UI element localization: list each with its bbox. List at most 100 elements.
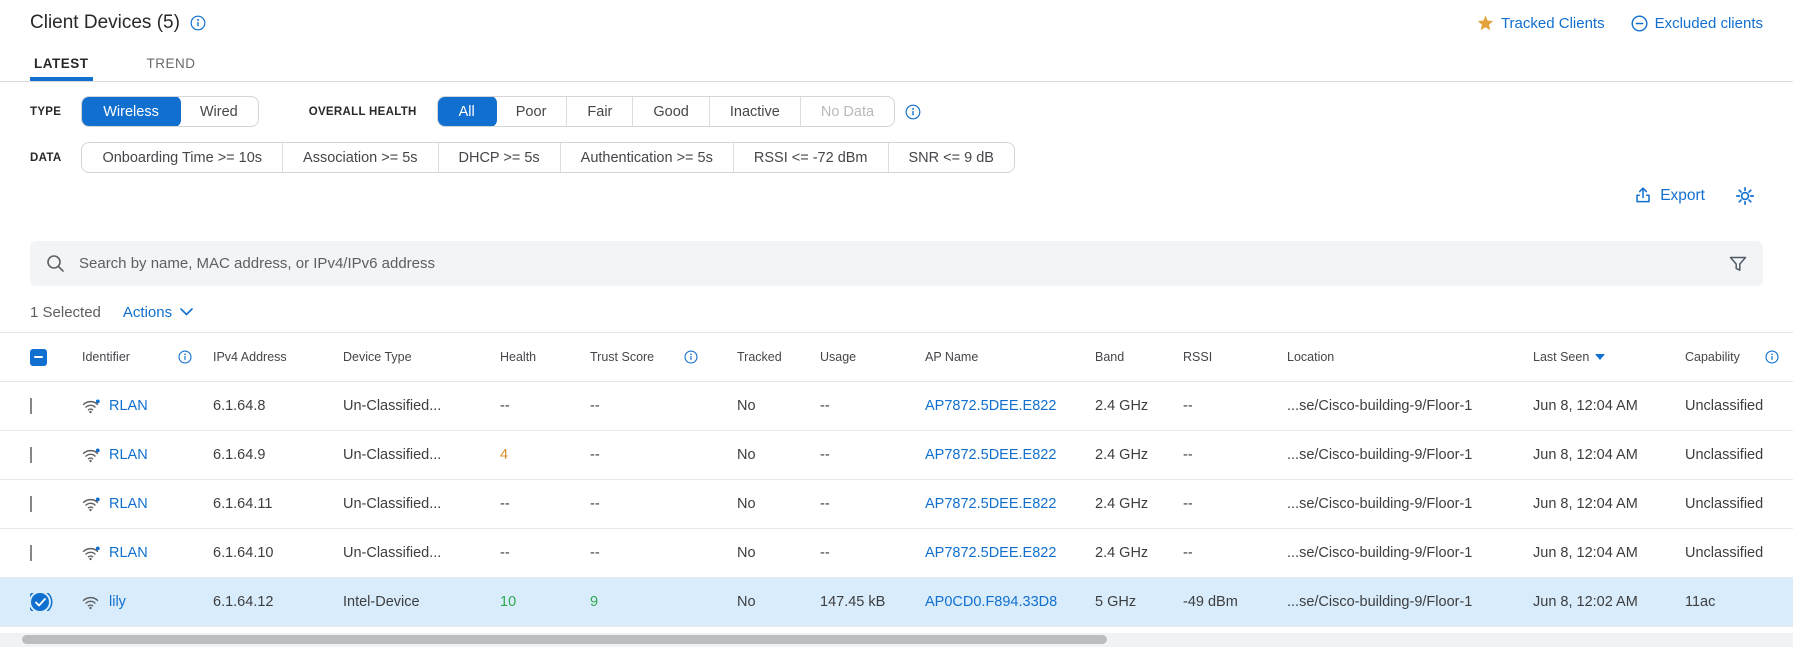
col-device-type[interactable]: Device Type (343, 350, 412, 364)
row-checkbox[interactable] (30, 447, 32, 463)
health-option-poor[interactable]: Poor (496, 97, 568, 126)
health-option-inactive[interactable]: Inactive (710, 97, 801, 126)
trust-score-cell: -- (590, 496, 737, 512)
col-ipv4[interactable]: IPv4 Address (213, 350, 287, 364)
table-row[interactable]: RLAN 6.1.64.9 Un-Classified... 4 -- No -… (0, 431, 1793, 480)
search-input[interactable] (79, 255, 1715, 272)
rssi-cell: -- (1183, 398, 1287, 414)
page-title: Client Devices (5) (30, 12, 180, 34)
health-cell: 4 (500, 447, 590, 463)
col-tracked[interactable]: Tracked (737, 350, 782, 364)
table-row[interactable]: RLAN 6.1.64.10 Un-Classified... -- -- No… (0, 529, 1793, 578)
client-link[interactable]: lily (109, 594, 126, 610)
tracked-cell: No (737, 398, 820, 414)
usage-cell: -- (820, 398, 925, 414)
rssi-cell: -- (1183, 447, 1287, 463)
ipv4-cell: 6.1.64.11 (213, 496, 343, 512)
row-checkbox[interactable] (30, 545, 32, 561)
sort-desc-icon[interactable] (1595, 354, 1605, 360)
data-option-association[interactable]: Association >= 5s (283, 143, 438, 172)
wifi-client-icon (82, 595, 100, 610)
col-band[interactable]: Band (1095, 350, 1124, 364)
trust-score-cell: -- (590, 447, 737, 463)
col-ap-name[interactable]: AP Name (925, 350, 978, 364)
row-checkbox[interactable] (30, 398, 32, 414)
band-cell: 5 GHz (1095, 594, 1183, 610)
title-info-icon[interactable] (190, 15, 206, 31)
col-last-seen[interactable]: Last Seen (1533, 350, 1589, 364)
capability-info-icon[interactable] (1765, 350, 1779, 364)
capability-cell: Unclassified (1685, 398, 1793, 414)
tabs: LATEST TREND (0, 50, 1793, 82)
tab-latest[interactable]: LATEST (30, 50, 93, 81)
export-button[interactable]: Export (1634, 187, 1705, 205)
col-identifier[interactable]: Identifier (82, 350, 130, 364)
ap-name-link[interactable]: AP7872.5DEE.E822 (925, 496, 1056, 512)
usage-cell: -- (820, 447, 925, 463)
excluded-clients-label: Excluded clients (1655, 15, 1763, 32)
identifier-info-icon[interactable] (178, 350, 192, 364)
col-usage[interactable]: Usage (820, 350, 856, 364)
last-seen-cell: Jun 8, 12:04 AM (1533, 398, 1685, 414)
location-cell: ...se/Cisco-building-9/Floor-1 (1287, 496, 1533, 512)
tracked-cell: No (737, 594, 820, 610)
col-capability[interactable]: Capability (1685, 350, 1740, 364)
health-cell: -- (500, 545, 590, 561)
rssi-cell: -49 dBm (1183, 594, 1287, 610)
filter-funnel-icon[interactable] (1729, 256, 1747, 272)
client-link[interactable]: RLAN (109, 496, 148, 512)
client-link[interactable]: RLAN (109, 545, 148, 561)
settings-gear-icon[interactable] (1735, 186, 1755, 206)
type-option-wireless[interactable]: Wireless (81, 96, 181, 127)
data-segmented-control: Onboarding Time >= 10s Association >= 5s… (81, 142, 1015, 173)
table-row[interactable]: RLAN 6.1.64.8 Un-Classified... -- -- No … (0, 382, 1793, 431)
wifi-client-icon (82, 399, 100, 414)
data-option-rssi[interactable]: RSSI <= -72 dBm (734, 143, 889, 172)
capability-cell: Unclassified (1685, 447, 1793, 463)
device-type-cell: Un-Classified... (343, 545, 500, 561)
trust-score-cell: 9 (590, 594, 737, 610)
table-row[interactable]: RLAN 6.1.64.11 Un-Classified... -- -- No… (0, 480, 1793, 529)
data-option-dhcp[interactable]: DHCP >= 5s (439, 143, 561, 172)
device-type-cell: Un-Classified... (343, 496, 500, 512)
device-type-cell: Un-Classified... (343, 447, 500, 463)
col-rssi[interactable]: RSSI (1183, 350, 1212, 364)
col-trust-score[interactable]: Trust Score (590, 350, 654, 364)
client-link[interactable]: RLAN (109, 398, 148, 414)
health-option-good[interactable]: Good (633, 97, 709, 126)
ipv4-cell: 6.1.64.8 (213, 398, 343, 414)
data-option-authentication[interactable]: Authentication >= 5s (561, 143, 734, 172)
type-segmented-control: Wireless Wired (81, 96, 258, 127)
row-checkbox-checked[interactable] (31, 593, 49, 611)
actions-dropdown[interactable]: Actions (123, 304, 193, 321)
table-row-selected[interactable]: lily 6.1.64.12 Intel-Device 10 9 No 147.… (0, 578, 1793, 627)
wifi-client-icon (82, 546, 100, 561)
col-health[interactable]: Health (500, 350, 536, 364)
ap-name-link[interactable]: AP0CD0.F894.33D8 (925, 594, 1057, 610)
data-label: DATA (30, 152, 61, 164)
health-option-all[interactable]: All (437, 96, 497, 127)
horizontal-scrollbar[interactable] (0, 633, 1793, 647)
trust-score-info-icon[interactable] (684, 350, 698, 364)
row-checkbox[interactable] (30, 496, 32, 512)
overall-health-info-icon[interactable] (905, 104, 921, 120)
ap-name-link[interactable]: AP7872.5DEE.E822 (925, 398, 1056, 414)
last-seen-cell: Jun 8, 12:04 AM (1533, 545, 1685, 561)
select-all-checkbox[interactable] (30, 349, 47, 366)
ap-name-link[interactable]: AP7872.5DEE.E822 (925, 447, 1056, 463)
tab-trend[interactable]: TREND (143, 50, 200, 81)
band-cell: 2.4 GHz (1095, 496, 1183, 512)
overall-health-segmented-control: All Poor Fair Good Inactive No Data (437, 96, 895, 127)
type-option-wired[interactable]: Wired (180, 97, 258, 126)
ap-name-link[interactable]: AP7872.5DEE.E822 (925, 545, 1056, 561)
horizontal-scrollbar-thumb[interactable] (22, 635, 1107, 644)
device-type-cell: Un-Classified... (343, 398, 500, 414)
data-option-onboarding[interactable]: Onboarding Time >= 10s (82, 143, 283, 172)
excluded-clients-link[interactable]: Excluded clients (1631, 15, 1763, 32)
client-link[interactable]: RLAN (109, 447, 148, 463)
health-option-fair[interactable]: Fair (567, 97, 633, 126)
data-option-snr[interactable]: SNR <= 9 dB (889, 143, 1014, 172)
col-location[interactable]: Location (1287, 350, 1334, 364)
ipv4-cell: 6.1.64.9 (213, 447, 343, 463)
tracked-clients-link[interactable]: Tracked Clients (1477, 15, 1605, 32)
